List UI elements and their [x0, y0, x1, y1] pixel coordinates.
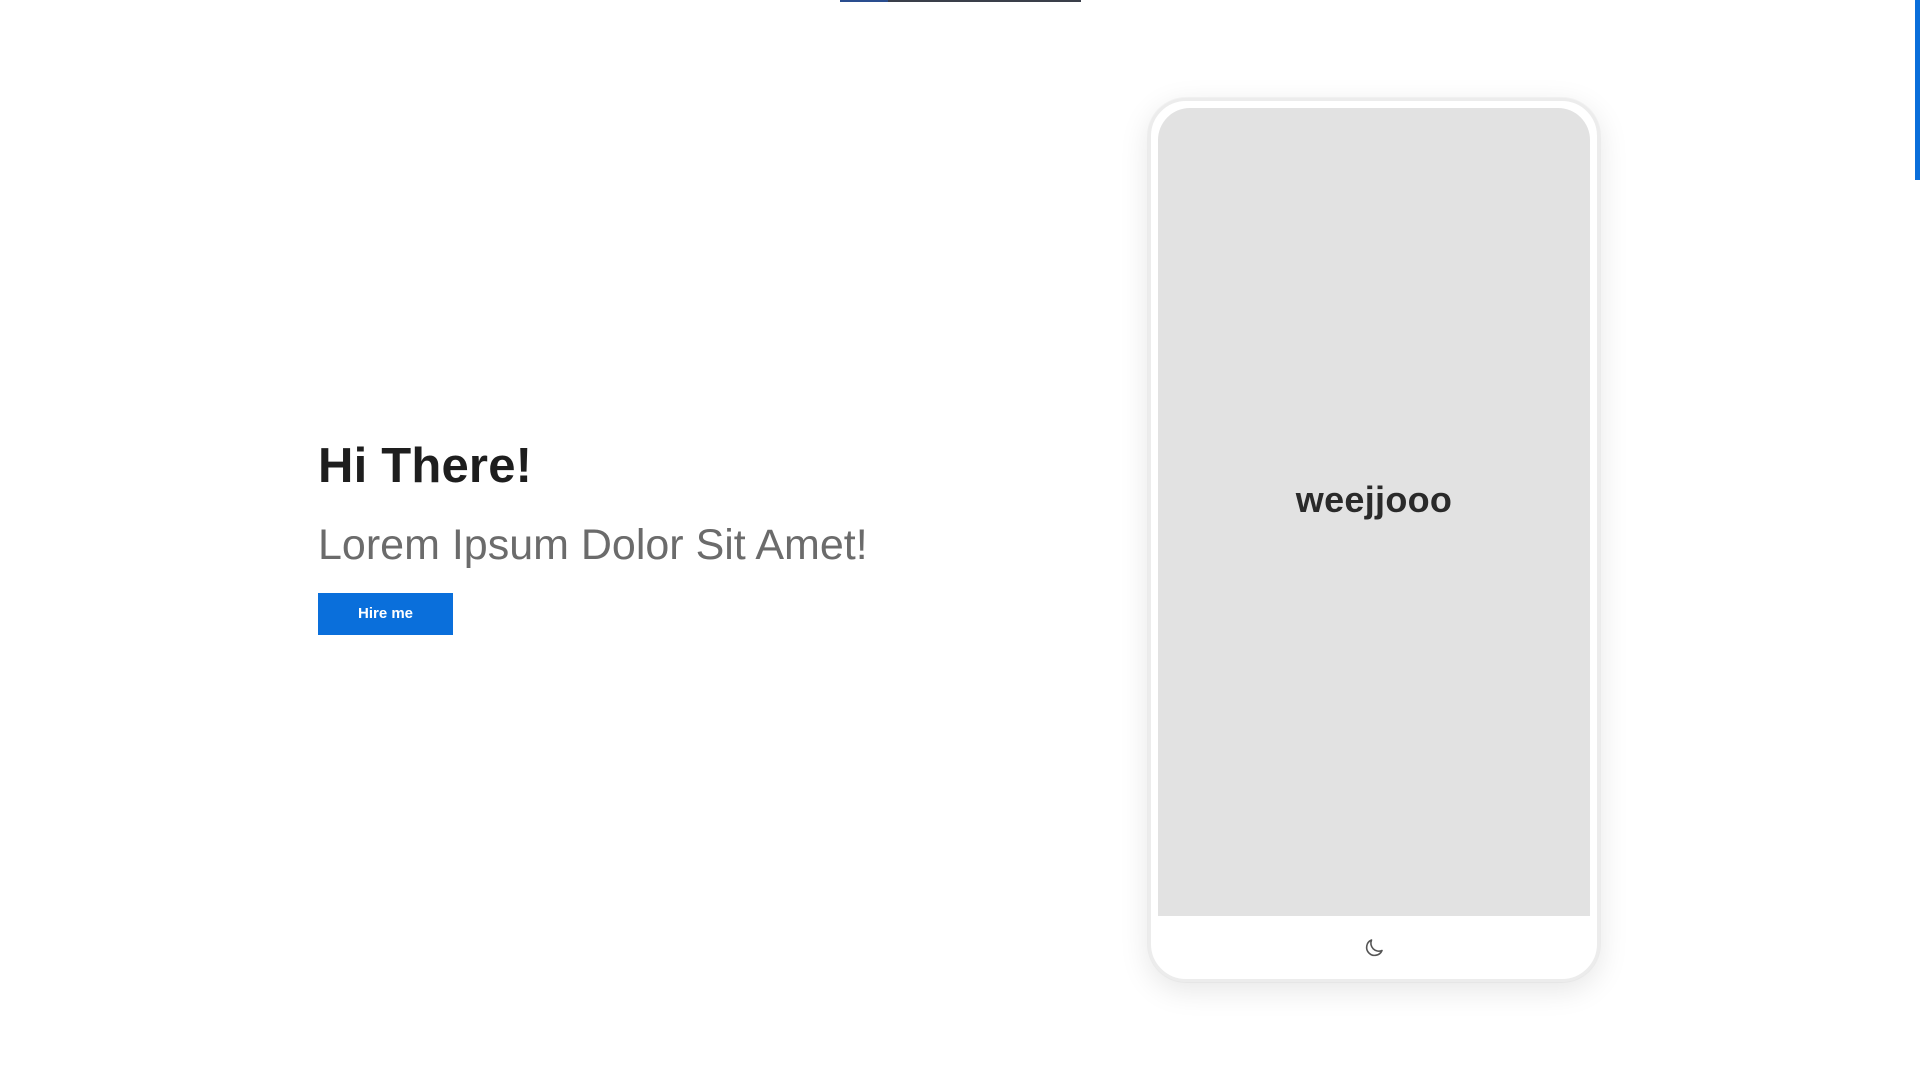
phone-mockup: weejjooo	[1148, 98, 1600, 982]
top-nav-active-segment	[840, 0, 888, 2]
phone-bottom-bar	[1151, 916, 1597, 979]
hero-title: Hi There!	[318, 439, 533, 493]
hero-section: Hi There! Lorem Ipsum Dolor Sit Amet! Hi…	[318, 439, 958, 636]
moon-icon	[1365, 938, 1383, 956]
brand-name: weejjooo	[1295, 479, 1453, 520]
hire-me-button[interactable]: Hire me	[318, 593, 453, 636]
theme-toggle-button[interactable]	[1359, 933, 1389, 963]
phone-screen: weejjooo	[1158, 108, 1590, 916]
hero-subtitle: Lorem Ipsum Dolor Sit Amet!	[318, 520, 868, 569]
portfolio-page: Hi There! Lorem Ipsum Dolor Sit Amet! Hi…	[0, 0, 1920, 1080]
scroll-progress-indicator	[1915, 0, 1920, 180]
top-nav-underline	[840, 0, 1081, 2]
